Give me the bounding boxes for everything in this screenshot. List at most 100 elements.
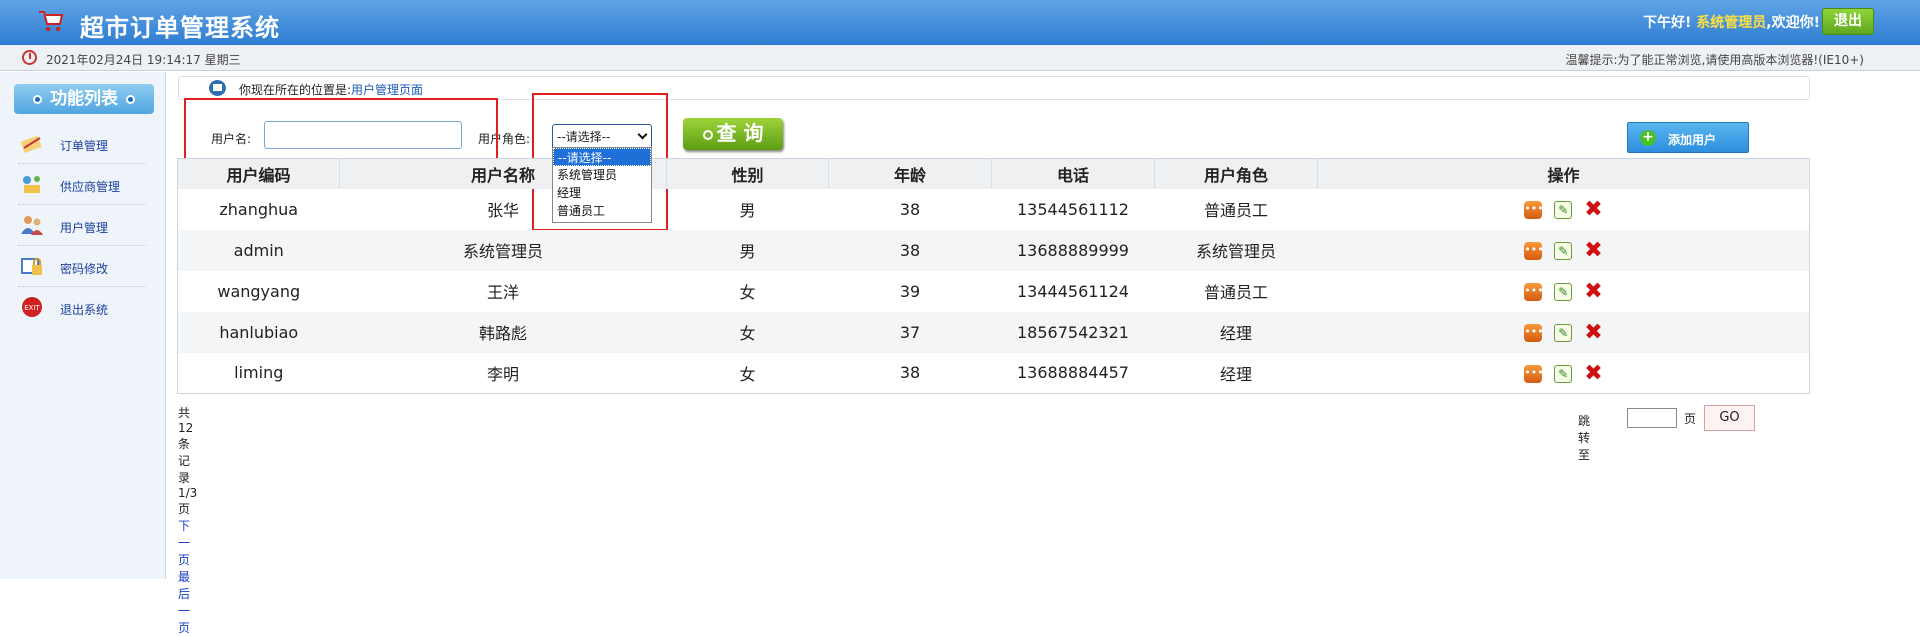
bullet-icon xyxy=(33,94,42,104)
sidebar-item-label: 订单管理 xyxy=(60,139,109,153)
info-bar: 2021年02月24日 19:14:17 星期三 温馨提示:为了能正常浏览,请使… xyxy=(0,45,1920,71)
edit-icon[interactable]: ✎ xyxy=(1554,241,1573,260)
cart-icon xyxy=(39,11,64,32)
table-cell: hanlubiao xyxy=(177,311,340,353)
column-header: 电话 xyxy=(991,158,1155,189)
table-cell: 王洋 xyxy=(486,283,519,302)
add-user-button[interactable]: + 添加用户 xyxy=(1627,122,1749,153)
view-icon[interactable]: ••• xyxy=(1524,364,1544,383)
app-header: 超市订单管理系统 下午好! 系统管理员,欢迎你! 退出 xyxy=(0,0,1920,45)
breadcrumb-text: 你现在所在的位置是:用户管理页面 xyxy=(239,81,423,98)
role-option[interactable]: 系统管理员 xyxy=(553,166,651,184)
table-cell: 39 xyxy=(899,281,921,301)
table-cell: 18567542321 xyxy=(991,311,1155,353)
current-datetime: 2021年02月24日 19:14:17 星期三 xyxy=(46,53,241,67)
browser-tip: 温馨提示:为了能正常浏览,请使用高版本浏览器!(IE10+) xyxy=(1565,53,1864,67)
greeting: 下午好! 系统管理员,欢迎你! xyxy=(1643,12,1820,32)
role-option[interactable]: 经理 xyxy=(553,184,651,202)
table-cell: 系统管理员 xyxy=(1154,229,1318,271)
table-row: zhanghua 张华男 38 13544561112 普通员工 ••• ✎ ✖ xyxy=(178,189,1810,230)
go-button[interactable]: GO xyxy=(1704,405,1755,431)
edit-icon[interactable]: ✎ xyxy=(1554,200,1573,219)
jump-page-input[interactable] xyxy=(1627,408,1677,428)
sidebar-item-orders[interactable]: 订单管理 xyxy=(18,124,146,164)
sidebar-title: 功能列表 xyxy=(14,84,154,114)
view-icon[interactable]: ••• xyxy=(1524,323,1544,342)
jump-label: 跳转至 xyxy=(1578,414,1591,462)
role-option[interactable]: --请选择-- xyxy=(553,148,651,166)
sidebar: 功能列表 订单管理 供应商管理 用户管理 密码修改 EXIT 退出系统 xyxy=(0,72,166,579)
edit-icon[interactable]: ✎ xyxy=(1554,323,1573,342)
table-cell: 经理 xyxy=(1154,311,1318,353)
table-cell: liming xyxy=(234,363,284,383)
delete-icon[interactable]: ✖ xyxy=(1584,362,1602,384)
delete-icon[interactable]: ✖ xyxy=(1584,239,1602,261)
breadcrumb: 你现在所在的位置是:用户管理页面 xyxy=(178,76,1810,100)
delete-icon[interactable]: ✖ xyxy=(1584,321,1602,343)
query-button[interactable]: 查 询 xyxy=(683,118,783,150)
table-cell: 13444561124 xyxy=(1017,281,1129,301)
table-cell: wangyang xyxy=(217,281,301,301)
highlight-box xyxy=(184,98,498,164)
table-cell: 13544561112 xyxy=(1017,199,1129,219)
sidebar-title-text: 功能列表 xyxy=(50,89,118,109)
row-actions: ••• ✎ ✖ xyxy=(1318,353,1810,394)
table-cell: 38 xyxy=(899,363,921,383)
table-cell: 普通员工 xyxy=(1203,283,1268,302)
table-cell: 经理 xyxy=(1219,364,1252,384)
sidebar-item-password[interactable]: 密码修改 xyxy=(18,247,146,287)
greeting-suffix: ,欢迎你! xyxy=(1766,15,1820,31)
sidebar-item-exit[interactable]: EXIT 退出系统 xyxy=(18,288,146,328)
table-cell: 系统管理员 xyxy=(339,229,667,271)
column-header: 用户角色 xyxy=(1154,158,1318,189)
page-indicator: 1/3页 xyxy=(178,486,198,516)
breadcrumb-prefix: 你现在所在的位置是: xyxy=(239,83,352,97)
next-page-link[interactable]: 下一页 xyxy=(178,519,190,567)
sidebar-item-providers[interactable]: 供应商管理 xyxy=(18,165,146,205)
table-cell: 女 xyxy=(739,283,756,302)
delete-icon[interactable]: ✖ xyxy=(1584,280,1602,302)
table-cell: 男 xyxy=(666,229,829,271)
table-cell: 13688889999 xyxy=(991,229,1155,271)
password-icon xyxy=(21,258,42,275)
exit-icon: EXIT xyxy=(22,297,42,317)
view-icon[interactable]: ••• xyxy=(1524,282,1544,301)
view-icon[interactable]: ••• xyxy=(1524,241,1544,260)
order-icon xyxy=(20,135,42,154)
edit-icon[interactable]: ✎ xyxy=(1554,364,1573,383)
sidebar-item-label: 用户管理 xyxy=(60,221,109,235)
table-cell: 38 xyxy=(899,199,921,219)
delete-icon[interactable]: ✖ xyxy=(1584,198,1602,220)
search-icon xyxy=(702,129,713,140)
user-table: 用户编码 用户名称 性别 年龄 电话 用户角色 操作 zhanghua 张华男 38… xyxy=(177,158,1810,394)
role-dropdown-list: --请选择-- 系统管理员 经理 普通员工 xyxy=(552,147,652,223)
table-cell: 女 xyxy=(739,364,756,384)
row-actions: ••• ✎ ✖ xyxy=(1317,311,1810,353)
row-actions: ••• ✎ ✖ xyxy=(1318,189,1810,230)
sidebar-item-label: 供应商管理 xyxy=(60,180,121,194)
table-cell: 普通员工 xyxy=(1203,201,1268,220)
table-cell: 37 xyxy=(828,311,992,353)
svg-text:EXIT: EXIT xyxy=(24,304,40,312)
query-button-label: 查 询 xyxy=(716,121,764,145)
sidebar-item-label: 密码修改 xyxy=(60,262,109,276)
greeting-prefix: 下午好! xyxy=(1643,15,1692,31)
current-user-role: 系统管理员 xyxy=(1696,15,1767,31)
breadcrumb-link[interactable]: 用户管理页面 xyxy=(351,83,423,97)
sidebar-item-users[interactable]: 用户管理 xyxy=(18,206,146,246)
view-icon[interactable]: ••• xyxy=(1524,200,1544,219)
table-row: admin 系统管理员男 38 13688889999 系统管理员 ••• ✎ ✖ xyxy=(177,229,1810,271)
table-cell: 李明 xyxy=(486,364,519,384)
role-option[interactable]: 普通员工 xyxy=(553,202,651,220)
provider-icon xyxy=(23,176,40,193)
table-row: hanlubiao 韩路彪女 37 18567542321 经理 ••• ✎ ✖ xyxy=(177,311,1810,353)
column-header: 年龄 xyxy=(828,158,992,189)
record-count: 共12条记录 xyxy=(178,406,194,485)
table-cell: 38 xyxy=(828,229,992,271)
logout-button[interactable]: 退出 xyxy=(1822,8,1874,35)
edit-icon[interactable]: ✎ xyxy=(1554,282,1573,301)
page-unit-label: 页 xyxy=(1684,412,1697,426)
table-cell: zhanghua xyxy=(219,199,299,219)
last-page-link[interactable]: 最后一页 xyxy=(178,570,190,635)
add-user-label: 添加用户 xyxy=(1668,133,1717,147)
